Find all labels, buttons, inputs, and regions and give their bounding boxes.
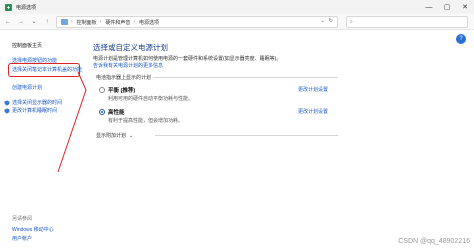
expander-divider xyxy=(155,134,338,136)
mobility-center-link[interactable]: Windows 移动中心 xyxy=(12,226,54,233)
user-accounts-link[interactable]: 用户帐户 xyxy=(12,235,32,242)
sidebar-item-sleep-time[interactable]: 更改计算机睡眠时间 xyxy=(12,107,57,114)
forward-arrow-icon[interactable]: → xyxy=(16,17,26,27)
help-icon[interactable]: ? xyxy=(456,34,466,44)
sidebar-item-create-plan[interactable]: 创建电源计划 xyxy=(12,84,42,91)
breadcrumb-hardware-sound[interactable]: 硬件和声音 xyxy=(105,19,130,26)
annotation-arrow xyxy=(57,71,87,173)
section-divider xyxy=(153,76,338,78)
window-title: 电源选项 xyxy=(16,4,37,11)
shield-icon xyxy=(4,101,10,119)
highlight-box xyxy=(8,63,80,77)
close-button[interactable]: ✕ xyxy=(456,0,474,14)
watermark: CSDN @qq_48902216 xyxy=(398,238,470,245)
plan-balanced-radio[interactable] xyxy=(99,87,105,93)
power-options-icon xyxy=(4,3,13,12)
breadcrumb-power-options[interactable]: 电源选项 xyxy=(139,19,159,26)
search-input[interactable]: ⌕ xyxy=(346,16,468,28)
address-bar[interactable]: › 控制面板 › 硬件和声音 › 电源选项 ⌄ ↻ xyxy=(56,16,338,28)
plan-high-performance-radio[interactable] xyxy=(99,109,105,115)
plan-high-performance-name[interactable]: 高性能 xyxy=(108,108,125,116)
breadcrumb-control-panel[interactable]: 控制面板 xyxy=(77,19,97,26)
search-icon: ⌕ xyxy=(350,19,353,25)
maximize-button[interactable]: ▢ xyxy=(438,0,456,14)
page-description: 电源计划是管理计算机如何使用电源的一套硬件和系统设置(如显示器亮度、睡眠等)。 … xyxy=(93,56,282,69)
title-bar: 电源选项 — ▢ ✕ xyxy=(0,0,474,14)
recent-chevron-icon[interactable]: ⌄ xyxy=(29,17,39,27)
see-also-label: 另请参阅 xyxy=(12,216,33,222)
dropdown-chevron-icon[interactable]: ⌄ xyxy=(321,18,325,24)
section-title: 电池指示器上显示的计划 xyxy=(96,75,152,81)
back-arrow-icon[interactable]: ← xyxy=(3,17,13,27)
plan-balanced-desc: 利用可用的硬件自动平衡功耗与性能。 xyxy=(108,96,194,102)
plan-high-performance-desc: 有利于提高性能，但会增加功耗。 xyxy=(108,118,184,124)
sidebar-home-link[interactable]: 控制面板主页 xyxy=(12,42,42,49)
plan-balanced-name[interactable]: 平衡 (推荐) xyxy=(108,86,135,94)
chevron-down-icon: ⌄ xyxy=(129,132,134,139)
minimize-button[interactable]: — xyxy=(420,0,438,14)
power-plan-info-link[interactable]: 告诉我有关电源计划的更多信息 xyxy=(93,63,163,69)
window-controls: — ▢ ✕ xyxy=(420,0,474,14)
refresh-icon[interactable]: ↻ xyxy=(329,18,333,24)
page-title: 选择或自定义电源计划 xyxy=(93,43,168,52)
plan-high-performance-settings-link[interactable]: 更改计划设置 xyxy=(298,108,328,115)
control-panel-icon xyxy=(61,19,68,25)
navigation-bar: ← → ⌄ ↑ › 控制面板 › 硬件和声音 › 电源选项 ⌄ ↻ ⌕ xyxy=(0,14,474,30)
plan-balanced-settings-link[interactable]: 更改计划设置 xyxy=(298,86,328,93)
show-additional-plans[interactable]: 显示附加计划 ⌄ xyxy=(96,132,134,140)
up-arrow-icon[interactable]: ↑ xyxy=(42,17,52,27)
